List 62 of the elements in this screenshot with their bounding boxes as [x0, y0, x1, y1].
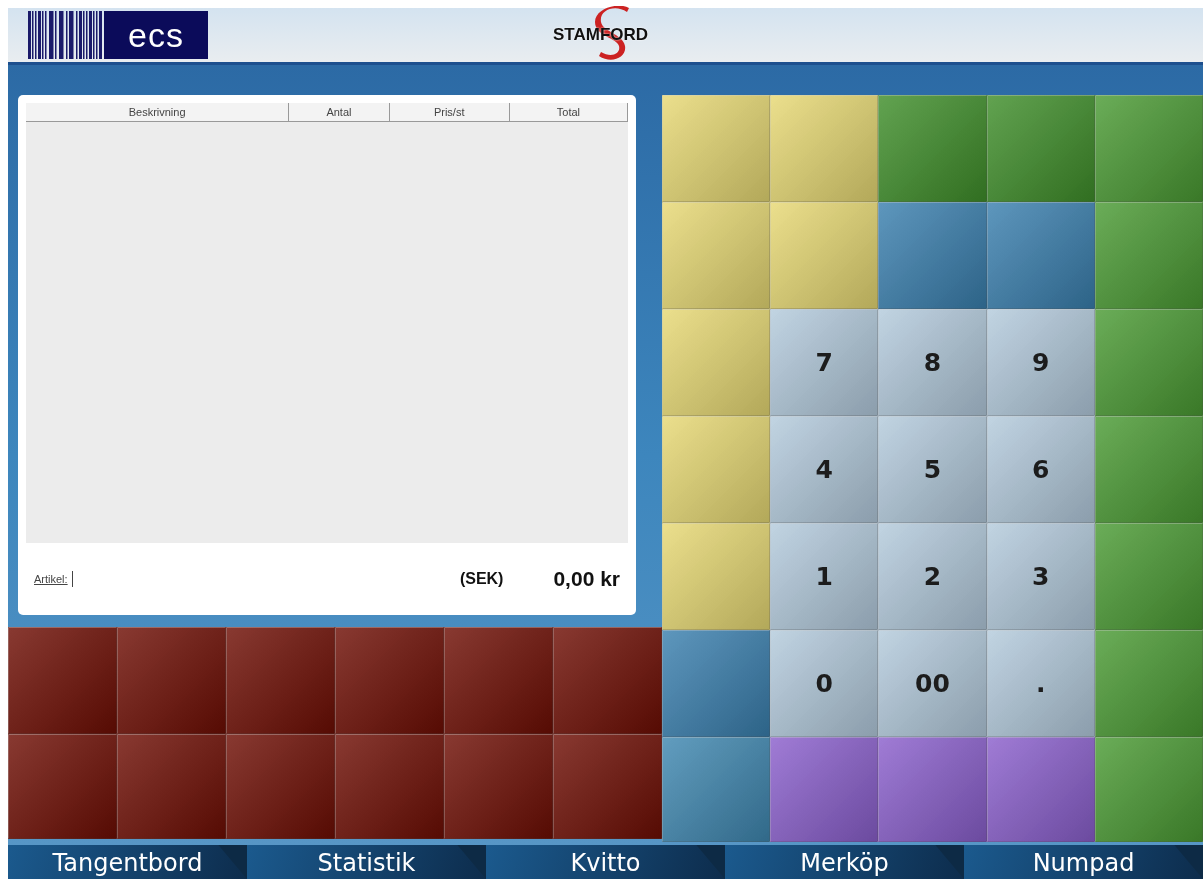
category-key[interactable]: [8, 627, 117, 734]
category-key[interactable]: [117, 627, 226, 734]
number-key[interactable]: 1: [770, 523, 879, 630]
blank-key[interactable]: [662, 737, 771, 842]
total-amount: 0,00 kr: [553, 567, 620, 591]
category-key[interactable]: [335, 627, 444, 734]
category-key[interactable]: [226, 734, 335, 839]
nav-tab[interactable]: Tangentbord: [8, 845, 247, 879]
blank-key[interactable]: [1094, 737, 1203, 842]
blank-key[interactable]: [878, 202, 987, 309]
blank-key[interactable]: [1094, 416, 1203, 523]
blank-key[interactable]: [662, 416, 771, 523]
number-key[interactable]: 5: [878, 416, 987, 523]
blank-key[interactable]: [1094, 95, 1203, 202]
number-key[interactable]: .: [986, 630, 1095, 737]
number-key[interactable]: 8: [878, 309, 987, 416]
number-key[interactable]: 3: [986, 523, 1095, 630]
blank-key[interactable]: [662, 630, 771, 737]
number-key[interactable]: 2: [878, 523, 987, 630]
currency-label: (SEK): [459, 570, 504, 588]
number-key[interactable]: 4: [770, 416, 879, 523]
ecs-wordmark: ecs: [104, 11, 208, 59]
blank-key[interactable]: [1094, 523, 1203, 630]
category-key[interactable]: [444, 627, 553, 734]
blank-key[interactable]: [1094, 630, 1203, 737]
number-key[interactable]: 0: [770, 630, 879, 737]
number-key[interactable]: 7: [770, 309, 879, 416]
blank-key[interactable]: [878, 737, 987, 842]
category-key[interactable]: [8, 734, 117, 839]
article-label: Artikel:: [34, 573, 68, 585]
blank-key[interactable]: [986, 202, 1095, 309]
column-header[interactable]: Antal: [289, 103, 390, 121]
blank-key[interactable]: [1094, 202, 1203, 309]
category-key[interactable]: [117, 734, 226, 839]
blank-key[interactable]: [770, 95, 879, 202]
nav-tab[interactable]: Merköp: [725, 845, 964, 879]
blank-key[interactable]: [1094, 309, 1203, 416]
column-header[interactable]: Beskrivning: [26, 103, 290, 121]
blank-key[interactable]: [662, 95, 771, 202]
blank-key[interactable]: [662, 523, 771, 630]
blank-key[interactable]: [986, 737, 1095, 842]
number-key[interactable]: 00: [878, 630, 987, 737]
nav-tab[interactable]: Numpad: [964, 845, 1203, 879]
category-key[interactable]: [444, 734, 553, 839]
number-key[interactable]: 9: [986, 309, 1095, 416]
number-key[interactable]: 6: [986, 416, 1095, 523]
column-header[interactable]: Total: [509, 103, 628, 121]
column-header[interactable]: Pris/st: [389, 103, 510, 121]
nav-tab[interactable]: Kvitto: [486, 845, 725, 879]
blank-key[interactable]: [878, 95, 987, 202]
article-field[interactable]: [71, 571, 75, 587]
blank-key[interactable]: [986, 95, 1095, 202]
blank-key[interactable]: [770, 202, 879, 309]
nav-tab[interactable]: Statistik: [247, 845, 486, 879]
category-key[interactable]: [553, 627, 662, 734]
barcode-icon: [28, 11, 102, 59]
category-key[interactable]: [553, 734, 662, 839]
blank-key[interactable]: [662, 202, 771, 309]
category-key[interactable]: [226, 627, 335, 734]
category-key[interactable]: [335, 734, 444, 839]
blank-key[interactable]: [662, 309, 771, 416]
blank-key[interactable]: [770, 737, 879, 842]
